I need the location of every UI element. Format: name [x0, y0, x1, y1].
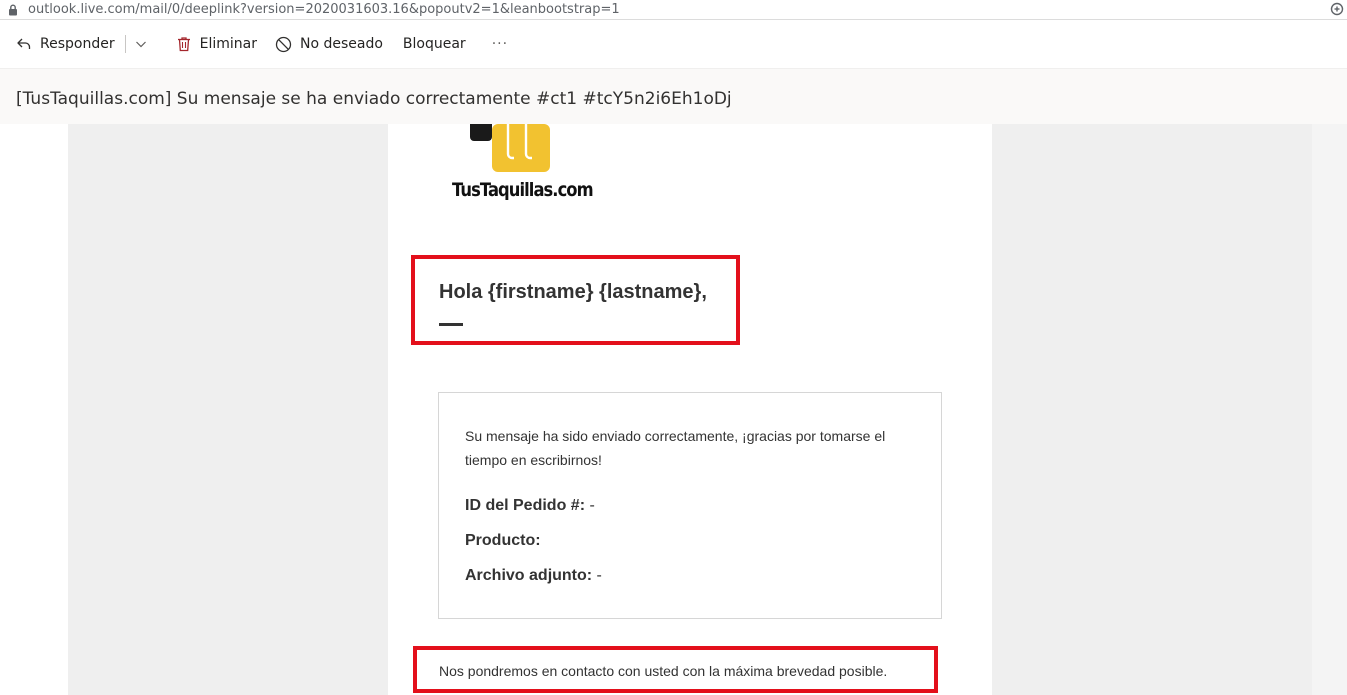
url-text[interactable]: outlook.live.com/mail/0/deeplink?version…: [28, 2, 620, 17]
reply-button[interactable]: Responder: [10, 28, 121, 60]
message-subject: [TusTaquillas.com] Su mensaje se ha envi…: [16, 89, 732, 109]
order-id-label: ID del Pedido #:: [465, 497, 586, 514]
junk-button[interactable]: No deseado: [269, 28, 389, 60]
order-id-value: -: [585, 497, 595, 514]
contact-footer-text: Nos pondremos en contacto con usted con …: [439, 663, 888, 679]
more-icon: ···: [491, 36, 509, 52]
delete-button[interactable]: Eliminar: [170, 28, 263, 60]
address-bar[interactable]: outlook.live.com/mail/0/deeplink?version…: [0, 0, 1347, 20]
toolbar-divider: [124, 35, 126, 53]
logo-text: TusTaquillas.com: [452, 179, 594, 201]
delete-label: Eliminar: [199, 36, 257, 52]
junk-label: No deseado: [299, 36, 383, 52]
reply-icon: [17, 38, 31, 49]
attachment-field: Archivo adjunto: -: [465, 567, 602, 585]
attachment-label: Archivo adjunto:: [465, 567, 593, 584]
logo-black-shape: [470, 124, 492, 141]
reply-label: Responder: [40, 36, 115, 52]
product-field: Producto:: [465, 532, 541, 550]
logo-yellow-shape: [492, 124, 550, 172]
block-circle-icon: [275, 36, 292, 52]
greeting-underline: [439, 323, 463, 326]
command-toolbar: Responder Eliminar No deseado Bloquear ·…: [0, 20, 1347, 68]
reply-options-button[interactable]: [128, 28, 156, 60]
more-actions-button[interactable]: ···: [486, 28, 514, 60]
confirmation-text: Su mensaje ha sido enviado correctamente…: [465, 428, 886, 468]
zoom-icon[interactable]: [1329, 1, 1345, 17]
lock-icon: [8, 4, 22, 16]
tustaquillas-logo: TusTaquillas.com: [452, 124, 594, 214]
email-greeting: Hola {firstname} {lastname},: [439, 281, 707, 303]
attachment-value: -: [592, 567, 602, 584]
subject-bar: [TusTaquillas.com] Su mensaje se ha envi…: [0, 68, 1347, 124]
block-label: Bloquear: [402, 36, 466, 52]
chevron-down-icon: [135, 41, 146, 48]
block-button[interactable]: Bloquear: [397, 28, 472, 60]
order-id-field: ID del Pedido #: -: [465, 497, 595, 515]
product-label: Producto:: [465, 532, 541, 549]
trash-icon: [177, 37, 190, 52]
message-details-box: Su mensaje ha sido enviado correctamente…: [438, 392, 942, 619]
